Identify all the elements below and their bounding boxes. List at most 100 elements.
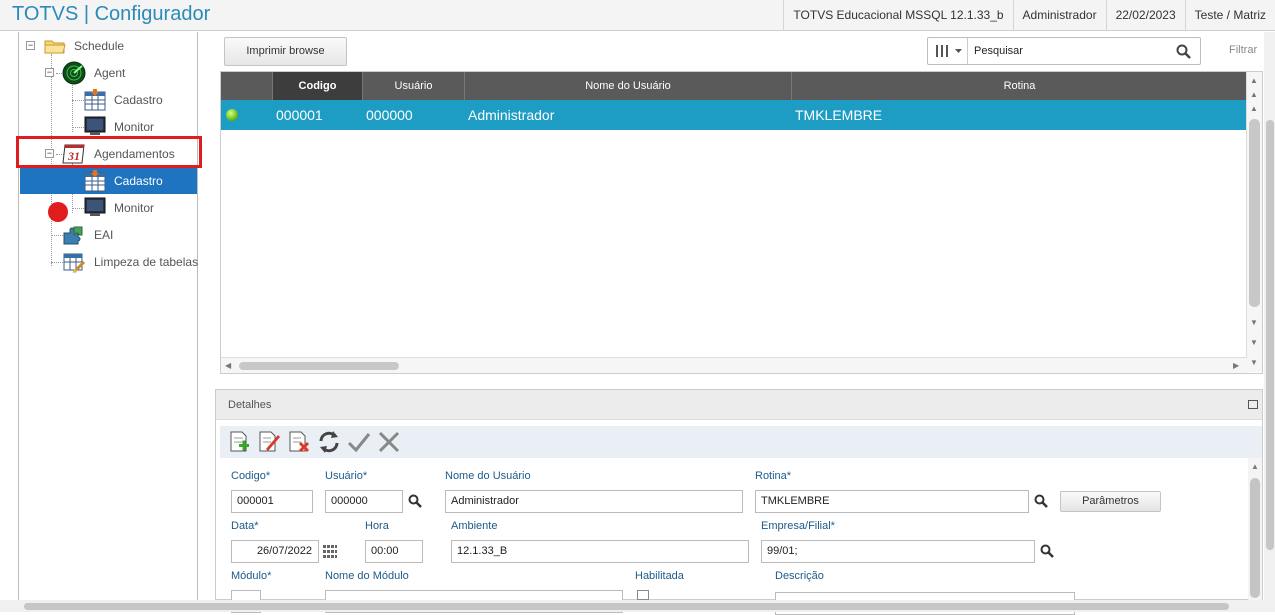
search-icon[interactable] (1040, 544, 1054, 558)
cell-codigo: 000001 (276, 107, 323, 123)
nome-usuario-label: Nome do Usuário (445, 470, 531, 482)
descricao-label: Descrição (775, 570, 824, 582)
puzzle-icon (63, 226, 83, 245)
details-toolbar (220, 426, 1262, 458)
usuario-label: Usuário* (325, 470, 368, 482)
scroll-thumb[interactable] (239, 362, 399, 370)
details-vertical-scrollbar[interactable]: ▲ (1248, 458, 1262, 600)
tree-item-agent[interactable]: − Agent (20, 60, 197, 86)
scroll-up-icon[interactable]: ▲ (1251, 462, 1259, 472)
print-browse-button[interactable]: Imprimir browse (224, 37, 347, 66)
search-input[interactable]: Pesquisar (974, 45, 1023, 57)
refresh-icon[interactable] (316, 429, 342, 455)
calendar-picker-icon[interactable] (323, 545, 337, 558)
status-active-icon (226, 109, 238, 121)
tree-label: Schedule (74, 39, 125, 53)
scroll-left-icon[interactable]: ◀ (225, 361, 231, 371)
table-row[interactable]: 000001 000000 Administrador TMKLEMBRE (221, 100, 1247, 130)
table-icon (84, 170, 106, 192)
collapse-icon[interactable]: − (45, 68, 54, 77)
details-panel: Detalhes Codigo* Usuário* Nome do Usuári… (215, 389, 1263, 615)
collapse-icon[interactable]: − (26, 41, 35, 50)
marker-dot (48, 202, 68, 222)
scroll-bottom-icon[interactable]: ▼ (1250, 358, 1258, 368)
tree-item-agent-cadastro[interactable]: Cadastro (20, 87, 197, 113)
usuario-field[interactable]: 000000 (325, 490, 403, 513)
tree-label: Monitor (114, 201, 155, 215)
scroll-thumb[interactable] (1266, 120, 1274, 550)
scroll-down-icon[interactable]: ▼ (1250, 338, 1258, 348)
search-icon[interactable] (408, 494, 422, 508)
table-icon (84, 89, 106, 111)
hora-label: Hora (365, 520, 389, 532)
edit-record-icon[interactable] (256, 429, 282, 455)
add-record-icon[interactable] (226, 429, 252, 455)
ambiente-field[interactable]: 12.1.33_B (451, 540, 749, 563)
tree-item-schedule[interactable]: − Schedule (20, 33, 197, 59)
scroll-down-icon[interactable]: ▼ (1250, 318, 1258, 328)
browse-grid: Codigo Usuário Nome do Usuário Rotina 00… (220, 71, 1263, 374)
search-icon[interactable] (1034, 494, 1048, 508)
tree-label: Limpeza de tabelas (94, 255, 199, 269)
grid-header: Codigo Usuário Nome do Usuário Rotina (221, 72, 1247, 100)
column-header-usuario[interactable]: Usuário (363, 72, 465, 100)
folder-icon (44, 40, 66, 54)
app-title: TOTVS | Configurador (12, 3, 211, 25)
column-header-rotina[interactable]: Rotina (792, 72, 1247, 100)
grid-horizontal-scrollbar[interactable]: ◀ ▶ (221, 357, 1247, 373)
minimize-icon[interactable] (1248, 400, 1258, 409)
menu-tree: − Schedule − Agent Cadastro Monitor − 31… (0, 32, 208, 600)
scroll-top-icon[interactable]: ▲ (1250, 76, 1258, 86)
tree-item-agendamentos-cadastro[interactable]: Cadastro (20, 168, 197, 194)
tree-label: Monitor (114, 120, 155, 134)
scroll-thumb[interactable] (24, 603, 1229, 610)
grid-vertical-scrollbar[interactable]: ▲ ▲ ▲ ▼ ▼ ▼ (1246, 72, 1262, 372)
radar-icon (62, 61, 86, 85)
column-header-codigo[interactable]: Codigo (273, 72, 363, 100)
scroll-up-icon[interactable]: ▲ (1250, 104, 1258, 114)
scroll-right-icon[interactable]: ▶ (1233, 361, 1239, 371)
tree-item-eai[interactable]: EAI (20, 222, 197, 248)
codigo-field[interactable]: 000001 (231, 490, 313, 513)
codigo-label: Codigo* (231, 470, 271, 482)
scroll-up-icon[interactable]: ▲ (1250, 90, 1258, 100)
search-icon[interactable] (1176, 44, 1192, 60)
app-header: TOTVS | Configurador TOTVS Educacional M… (0, 0, 1275, 31)
tree-item-limpeza[interactable]: Limpeza de tabelas (20, 249, 199, 275)
nome-usuario-field[interactable]: Administrador (445, 490, 743, 513)
environment-label[interactable]: TOTVS Educacional MSSQL 12.1.33_b (783, 0, 1012, 31)
parametros-button[interactable]: Parâmetros (1060, 491, 1161, 512)
scroll-thumb[interactable] (1249, 119, 1260, 307)
confirm-icon[interactable] (346, 429, 372, 455)
delete-record-icon[interactable] (286, 429, 312, 455)
details-title: Detalhes (228, 399, 272, 411)
page-horizontal-scrollbar[interactable] (0, 600, 1275, 612)
nome-modulo-label: Nome do Módulo (325, 570, 409, 582)
cancel-icon[interactable] (376, 429, 402, 455)
empresa-field[interactable]: 99/01; (761, 540, 1035, 563)
tree-label: EAI (94, 228, 114, 242)
page-vertical-scrollbar[interactable] (1264, 32, 1275, 600)
column-header-nome[interactable]: Nome do Usuário (465, 72, 792, 100)
hora-field[interactable]: 00:00 (365, 540, 423, 563)
data-field[interactable]: 26/07/2022 (231, 540, 319, 563)
cell-rotina: TMKLEMBRE (795, 107, 883, 123)
rotina-field[interactable]: TMKLEMBRE (755, 490, 1029, 513)
search-box[interactable]: Pesquisar (927, 37, 1201, 65)
clean-table-icon (63, 253, 86, 273)
filter-link[interactable]: Filtrar (1229, 44, 1257, 56)
user-label[interactable]: Administrador (1012, 0, 1106, 31)
habilitada-checkbox[interactable] (637, 590, 649, 600)
column-selector[interactable] (928, 38, 968, 64)
tree-label: Cadastro (114, 174, 163, 188)
rotina-label: Rotina* (755, 470, 792, 482)
company-label[interactable]: Teste / Matriz (1184, 0, 1275, 31)
main-area: Imprimir browse Pesquisar Filtrar Codigo… (213, 32, 1263, 615)
tree-label: Agent (94, 66, 126, 80)
modulo-label: Módulo* (231, 570, 272, 582)
scroll-thumb[interactable] (1250, 478, 1260, 598)
date-label[interactable]: 22/02/2023 (1105, 0, 1185, 31)
monitor-icon (84, 197, 106, 216)
tree-item-agendamentos-monitor[interactable]: Monitor (20, 195, 197, 221)
cell-nome: Administrador (468, 107, 555, 123)
